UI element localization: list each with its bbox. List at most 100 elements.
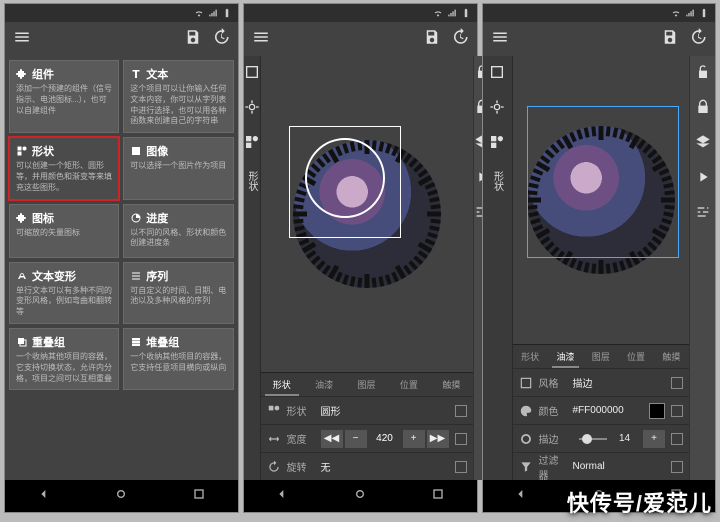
stroke-slider[interactable]	[579, 438, 608, 440]
save-icon[interactable]	[184, 28, 202, 51]
back-icon[interactable]	[274, 486, 290, 507]
status-bar	[5, 4, 238, 22]
tab-3[interactable]: 位置	[618, 345, 653, 368]
root-icon[interactable]	[489, 64, 505, 85]
step-plus[interactable]: +	[403, 430, 425, 448]
app-bar	[5, 22, 238, 56]
adjust-icon[interactable]	[695, 204, 711, 225]
history-icon[interactable]	[212, 28, 230, 51]
android-navbar	[244, 480, 477, 512]
menu-icon[interactable]	[13, 28, 31, 51]
label: 风格	[539, 375, 567, 390]
row-style[interactable]: 风格 描边	[513, 368, 690, 396]
history-icon[interactable]	[689, 28, 707, 51]
style-icon	[519, 376, 533, 390]
back-icon[interactable]	[36, 486, 52, 507]
card-stack[interactable]: 堆叠组一个收纳其他项目的容器，它支持任意项目横向或纵向	[123, 328, 233, 390]
wifi-icon	[194, 8, 204, 18]
menu-icon[interactable]	[252, 28, 270, 51]
back-icon[interactable]	[513, 486, 529, 507]
tab-2[interactable]: 图层	[345, 373, 387, 396]
label: 形状	[287, 403, 315, 418]
tab-1[interactable]: 油漆	[303, 373, 345, 396]
stroke-icon	[519, 432, 533, 446]
layers-icon[interactable]	[695, 134, 711, 155]
menu-icon[interactable]	[491, 28, 509, 51]
checkbox[interactable]	[455, 405, 467, 417]
step-minus[interactable]: −	[345, 430, 367, 448]
unlock-icon[interactable]	[695, 64, 711, 85]
card-progress[interactable]: 进度以不同的风格、形状和颜色创建进度条	[123, 204, 233, 258]
home-icon[interactable]	[113, 486, 129, 507]
checkbox[interactable]	[671, 461, 683, 473]
play-icon[interactable]	[695, 169, 711, 190]
checkbox[interactable]	[671, 405, 683, 417]
tab-0[interactable]: 形状	[513, 345, 548, 368]
card-morph[interactable]: 文本变形单行文本可以有多种不同的变形风格，例如弯曲和翻转等	[9, 262, 119, 324]
checkbox[interactable]	[671, 377, 683, 389]
property-rows: 形状 圆形 宽度 ◀◀ − 420 + ▶▶	[261, 396, 473, 480]
card-puzzle[interactable]: 图标可缩放的矢量图标	[9, 204, 119, 258]
checkbox[interactable]	[455, 461, 467, 473]
label: 旋转	[287, 459, 315, 474]
shapes-icon[interactable]	[489, 134, 505, 155]
row-rotate[interactable]: 旋转 无	[261, 452, 473, 480]
recent-icon[interactable]	[191, 486, 207, 507]
tab-2[interactable]: 图层	[583, 345, 618, 368]
status-bar	[483, 4, 716, 22]
label: 颜色	[539, 403, 567, 418]
row-filter[interactable]: 过滤器 Normal	[513, 452, 690, 480]
tab-4[interactable]: 触摸	[430, 373, 472, 396]
card-image[interactable]: 图像可以选择一个图片作为项目	[123, 137, 233, 199]
right-tool-rail	[689, 56, 715, 480]
step-rewind[interactable]: ◀◀	[321, 430, 343, 448]
tab-3[interactable]: 位置	[388, 373, 430, 396]
root-icon[interactable]	[244, 64, 260, 85]
value: #FF000000	[573, 405, 644, 416]
phone-screen-1: 组件添加一个预建的组件（信号指示、电池图标...），也可以自建组件文本这个项目可…	[4, 3, 239, 513]
tab-0[interactable]: 形状	[261, 373, 303, 396]
width-icon	[267, 432, 281, 446]
stroke-value: 14	[619, 433, 637, 444]
lock-icon[interactable]	[695, 99, 711, 120]
home-icon[interactable]	[352, 486, 368, 507]
step-forward[interactable]: ▶▶	[427, 430, 449, 448]
shapes-icon[interactable]	[244, 134, 260, 155]
tab-1[interactable]: 油漆	[548, 345, 583, 368]
signal-icon	[447, 8, 457, 18]
row-width[interactable]: 宽度 ◀◀ − 420 + ▶▶	[261, 424, 473, 452]
selection-rect[interactable]	[527, 106, 679, 258]
row-stroke[interactable]: 描边 14 +	[513, 424, 690, 452]
tab-4[interactable]: 触摸	[654, 345, 689, 368]
battery-icon	[222, 8, 232, 18]
checkbox[interactable]	[671, 433, 683, 445]
target-icon[interactable]	[244, 99, 260, 120]
left-tool-rail: 形状	[244, 56, 261, 480]
tool-tab-label[interactable]: 形状	[490, 171, 505, 191]
save-icon[interactable]	[661, 28, 679, 51]
shape-circle-handle[interactable]	[305, 138, 385, 218]
watermark: 快传号/爱范儿	[567, 486, 712, 518]
row-shape[interactable]: 形状 圆形	[261, 396, 473, 424]
value: 圆形	[321, 403, 449, 418]
signal-icon	[685, 8, 695, 18]
tool-tab-label[interactable]: 形状	[244, 171, 259, 191]
canvas[interactable]	[513, 56, 690, 344]
row-color[interactable]: 颜色 #FF000000	[513, 396, 690, 424]
color-swatch[interactable]	[649, 403, 665, 419]
history-icon[interactable]	[451, 28, 469, 51]
save-icon[interactable]	[423, 28, 441, 51]
canvas[interactable]	[261, 56, 473, 372]
checkbox[interactable]	[455, 433, 467, 445]
card-series[interactable]: 序列可自定义的时间、日期、电池以及多种风格的序列	[123, 262, 233, 324]
value: Normal	[573, 461, 666, 472]
card-shapes[interactable]: 形状可以创建一个矩形、圆形等，并用颜色和渐变等来填充这些图形。	[9, 137, 119, 199]
battery-icon	[461, 8, 471, 18]
target-icon[interactable]	[489, 99, 505, 120]
card-puzzle[interactable]: 组件添加一个预建的组件（信号指示、电池图标...），也可以自建组件	[9, 60, 119, 133]
step-plus[interactable]: +	[643, 430, 665, 448]
app-bar	[483, 22, 716, 56]
recent-icon[interactable]	[430, 486, 446, 507]
card-overlap[interactable]: 重叠组一个收纳其他项目的容器，它支持切换状态，允许内分格，项目之间可以互相重叠	[9, 328, 119, 390]
card-text[interactable]: 文本这个项目可以让你输入任何文本内容，你可以从字列表中进行选择，也可以用各种函数…	[123, 60, 233, 133]
